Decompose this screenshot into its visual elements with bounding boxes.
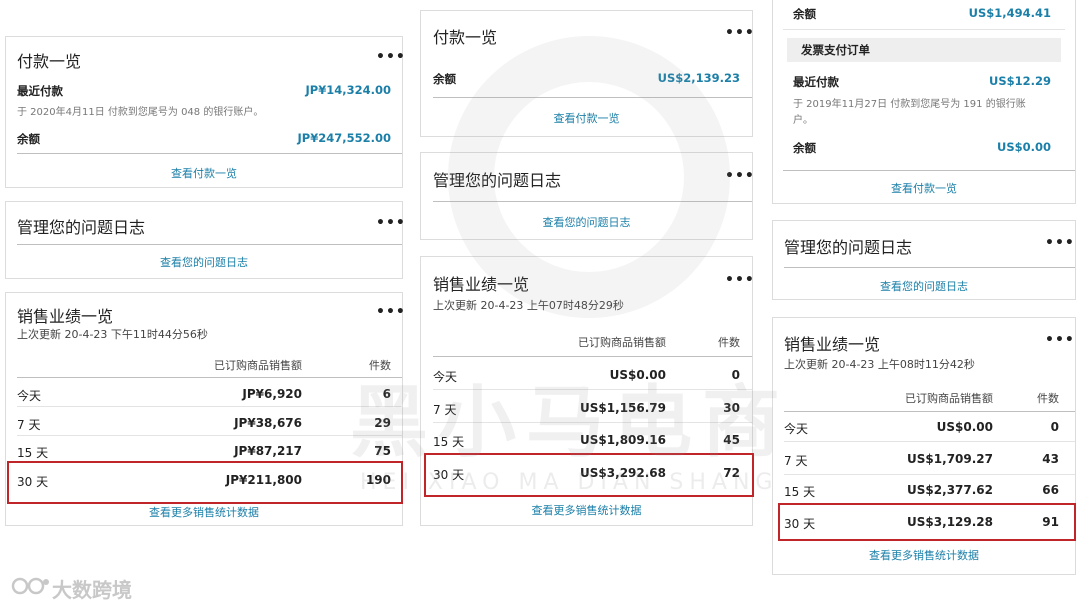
- balance-label: 余额: [17, 132, 40, 146]
- divider: [17, 244, 402, 245]
- view-more-sales-link[interactable]: 查看更多销售统计数据: [421, 502, 752, 518]
- period-label: 15 天: [784, 485, 816, 499]
- more-options-icon[interactable]: •••: [376, 215, 406, 231]
- balance-amount: US$0.00: [997, 140, 1051, 154]
- view-payments-link[interactable]: 查看付款一览: [773, 180, 1075, 196]
- divider: [17, 406, 402, 407]
- divider: [17, 377, 402, 378]
- watermark-logo: [448, 36, 730, 318]
- sales-title: 销售业绩一览: [784, 335, 881, 354]
- watermark-text: 黑小马电商: [350, 378, 791, 468]
- col-count: 件数: [1037, 392, 1059, 405]
- view-more-sales-link[interactable]: 查看更多销售统计数据: [6, 504, 402, 520]
- more-options-icon[interactable]: •••: [376, 49, 406, 65]
- highlight-box: [7, 461, 403, 504]
- col-sales-amount: 已订购商品销售额: [578, 336, 666, 349]
- more-options-icon[interactable]: •••: [1045, 235, 1075, 251]
- divider: [783, 170, 1075, 171]
- issues-card-3: 管理您的问题日志 ••• 查看您的问题日志: [772, 220, 1076, 300]
- col-sales-amount: 已订购商品销售额: [214, 359, 302, 372]
- issues-title: 管理您的问题日志: [17, 218, 146, 237]
- sales-count: 43: [1042, 452, 1059, 466]
- balance-amount: JP¥247,552.00: [297, 131, 391, 145]
- balance-label: 余额: [433, 72, 456, 86]
- brand-logo-icon: [10, 576, 50, 596]
- top-balance-label: 余额: [793, 7, 816, 21]
- more-options-icon[interactable]: •••: [376, 304, 406, 320]
- recent-payment-amount: JP¥14,324.00: [305, 83, 391, 97]
- col-count: 件数: [718, 336, 740, 349]
- recent-payment-note-cont: 户。: [793, 115, 813, 126]
- divider: [433, 356, 752, 357]
- payments-card-1: 付款一览 ••• 最近付款 JP¥14,324.00 于 2020年4月11日 …: [5, 36, 406, 188]
- recent-payment-label: 最近付款: [17, 84, 63, 98]
- recent-payment-note: 于 2019年11月27日 付款到您尾号为 191 的银行账: [793, 99, 1026, 110]
- divider: [784, 474, 1075, 475]
- period-label: 7 天: [17, 418, 41, 432]
- divider: [783, 29, 1065, 30]
- more-options-icon[interactable]: •••: [1045, 332, 1075, 348]
- sales-amount: US$0.00: [936, 420, 993, 434]
- recent-payment-amount: US$12.29: [989, 74, 1051, 88]
- period-label: 15 天: [17, 446, 49, 460]
- payments-title: 付款一览: [17, 52, 82, 71]
- divider: [784, 267, 1075, 268]
- view-payments-link[interactable]: 查看付款一览: [6, 165, 402, 181]
- view-issues-link[interactable]: 查看您的问题日志: [773, 278, 1075, 294]
- col-sales-amount: 已订购商品销售额: [905, 392, 993, 405]
- footer-brand-name: 大数跨境: [52, 578, 132, 602]
- issues-card-1: 管理您的问题日志 ••• 查看您的问题日志: [5, 201, 406, 279]
- divider: [17, 435, 402, 436]
- highlight-box: [778, 503, 1076, 541]
- view-issues-link[interactable]: 查看您的问题日志: [6, 254, 402, 270]
- more-options-icon[interactable]: •••: [725, 272, 755, 288]
- top-balance-amount: US$1,494.41: [968, 6, 1051, 20]
- sales-amount: US$2,377.62: [907, 483, 993, 497]
- sales-amount: JP¥6,920: [242, 387, 302, 401]
- divider: [17, 153, 402, 154]
- watermark-subtext: HEI XIAO MA DIAN SHANG: [360, 470, 779, 495]
- last-updated: 上次更新 20-4-23 下午11时44分56秒: [17, 328, 208, 341]
- payments-card-3: 余额 US$1,494.41 发票支付订单 最近付款 US$12.29 于 20…: [772, 0, 1076, 204]
- sales-count: 0: [1050, 420, 1059, 434]
- more-options-icon[interactable]: •••: [725, 25, 755, 41]
- sales-count: 66: [1042, 483, 1059, 497]
- sales-amount: JP¥87,217: [234, 444, 302, 458]
- payments-title: 付款一览: [433, 28, 498, 47]
- sales-amount: US$1,709.27: [907, 452, 993, 466]
- recent-payment-note: 于 2020年4月11日 付款到您尾号为 048 的银行账户。: [17, 107, 264, 118]
- issues-title: 管理您的问题日志: [784, 238, 913, 257]
- period-label: 今天: [17, 389, 42, 403]
- divider: [784, 411, 1075, 412]
- sales-title: 销售业绩一览: [17, 307, 114, 326]
- last-updated: 上次更新 20-4-23 上午08时11分42秒: [784, 358, 975, 371]
- divider: [784, 441, 1075, 442]
- sales-amount: JP¥38,676: [234, 416, 302, 430]
- balance-label: 余额: [793, 141, 816, 155]
- view-more-sales-link[interactable]: 查看更多销售统计数据: [773, 547, 1075, 563]
- recent-payment-label: 最近付款: [793, 75, 839, 89]
- invoice-payment-header: 发票支付订单: [787, 38, 1061, 62]
